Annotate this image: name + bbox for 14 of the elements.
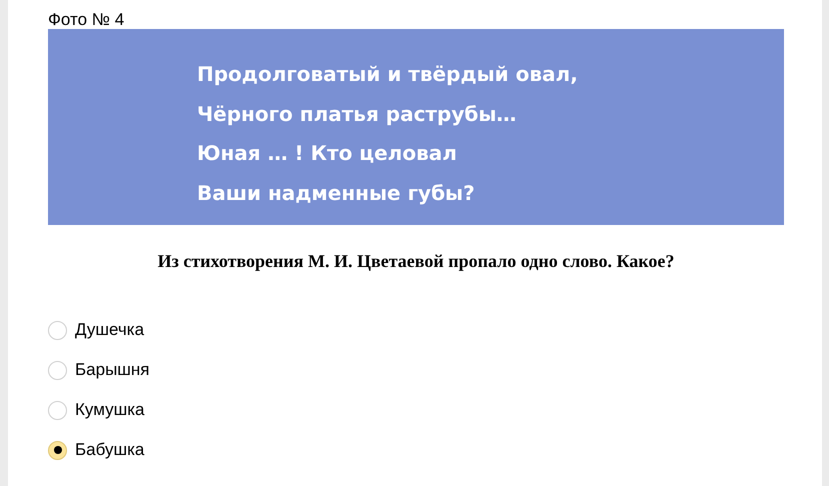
option-label[interactable]: Бабушка: [75, 440, 144, 460]
radio-button[interactable]: [48, 320, 67, 340]
radio-button[interactable]: [48, 400, 67, 420]
poem-line: Продолговатый и твёрдый овал,: [197, 61, 578, 88]
poem-line: Чёрного платья раструбы…: [197, 100, 516, 128]
radio-button[interactable]: [48, 440, 67, 460]
photo-title: Фото № 4: [48, 9, 126, 29]
option-label[interactable]: Барышня: [75, 360, 150, 380]
question-text: Из стихотворения М. И. Цветаевой пропало одно слово. Какое?: [156, 251, 676, 273]
radio-button[interactable]: [48, 360, 67, 380]
poem-line: Юная … ! Кто целовал: [197, 140, 457, 167]
option-label[interactable]: Душечка: [75, 320, 144, 340]
option-label[interactable]: Кумушка: [75, 400, 144, 420]
poem-line: Ваши надменные губы?: [197, 180, 475, 206]
